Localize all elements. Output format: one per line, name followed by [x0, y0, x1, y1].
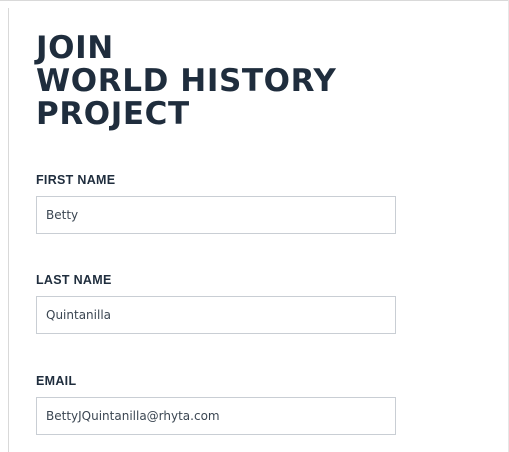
email-input[interactable]	[36, 397, 396, 435]
form-title-line: JOIN	[36, 30, 114, 66]
signup-card: JOIN WORLD HISTORY PROJECT FIRST NAME LA…	[9, 8, 508, 452]
first-name-input[interactable]	[36, 196, 396, 234]
last-name-label: LAST NAME	[36, 273, 112, 287]
last-name-input[interactable]	[36, 296, 396, 334]
form-title-line: PROJECT	[36, 96, 190, 132]
form-title: JOIN WORLD HISTORY PROJECT	[36, 32, 336, 131]
form-title-line: WORLD HISTORY	[36, 63, 337, 99]
frame-top-border	[0, 0, 509, 1]
email-label: EMAIL	[36, 374, 77, 388]
first-name-label: FIRST NAME	[36, 173, 116, 187]
